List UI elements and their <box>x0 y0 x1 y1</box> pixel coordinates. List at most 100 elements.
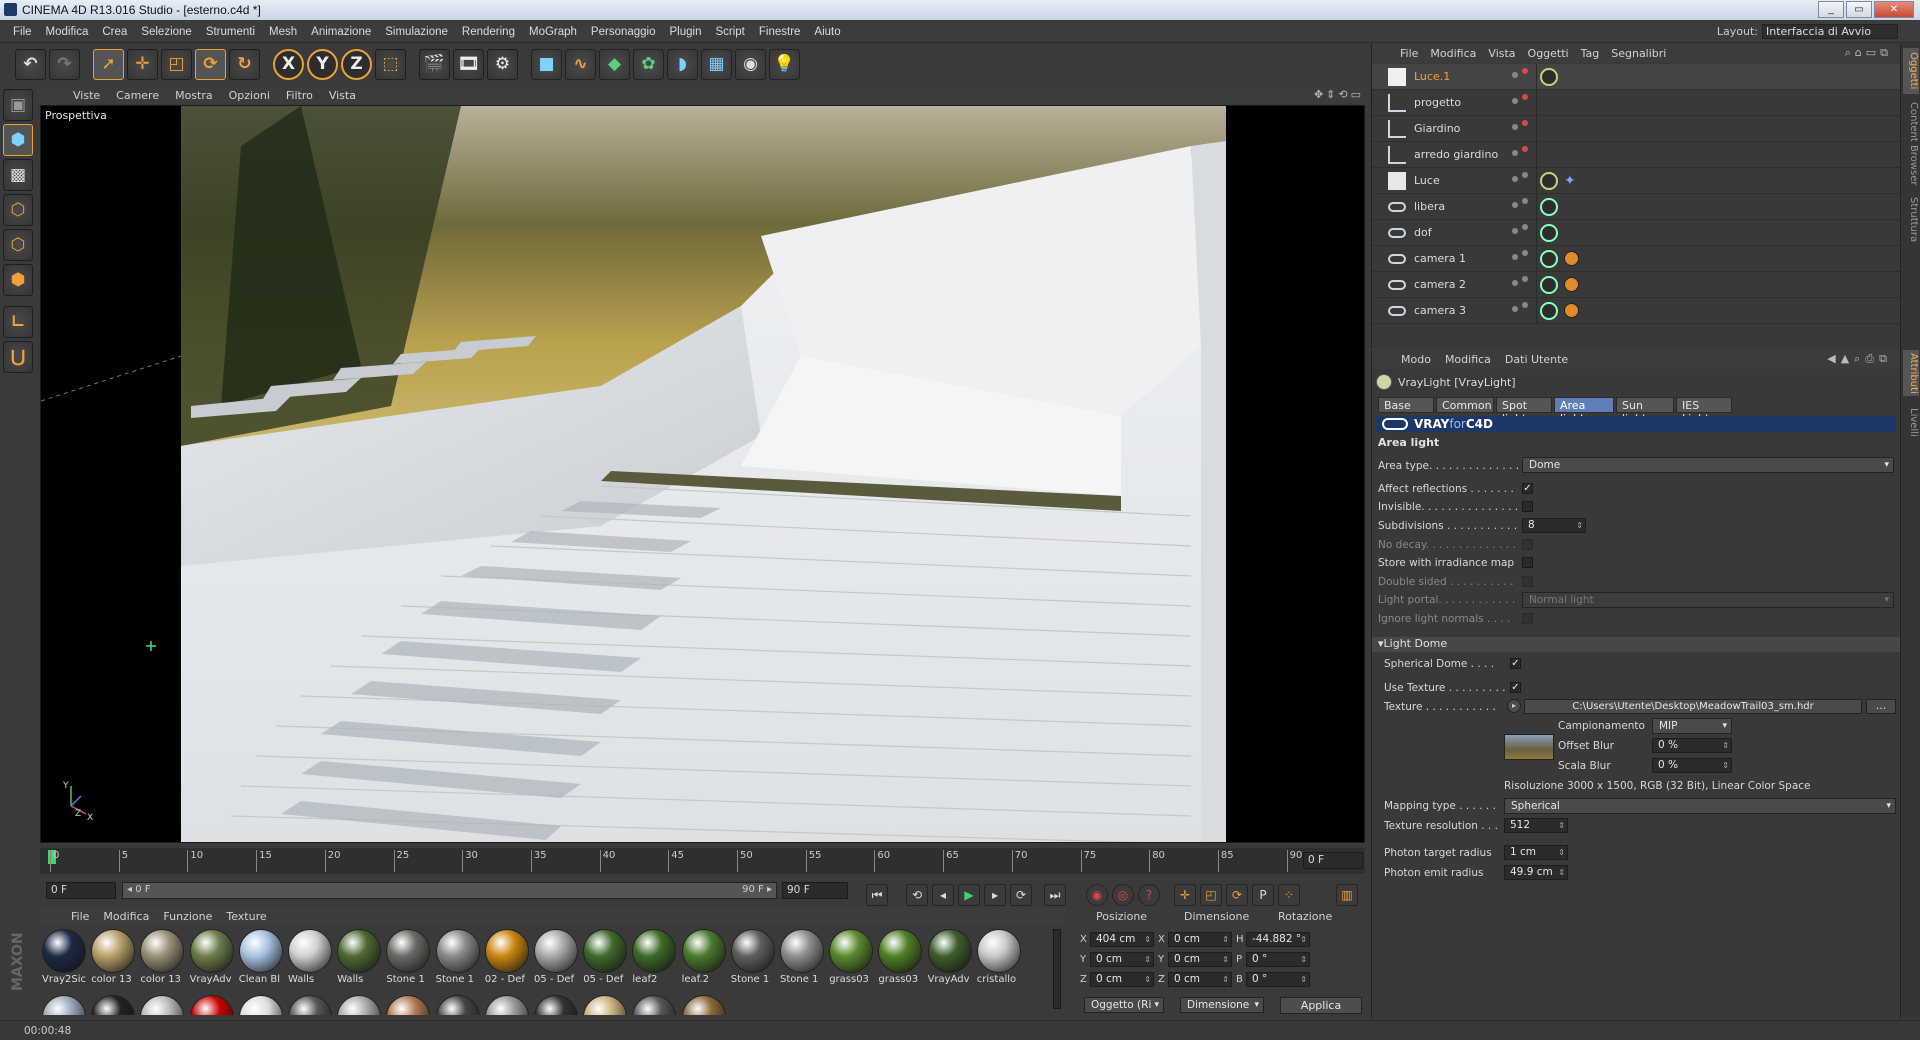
object-menu-modifica[interactable]: Modifica <box>1424 47 1482 60</box>
snap-icon[interactable]: ⋃ <box>3 341 33 373</box>
campionamento-dropdown[interactable]: MIP <box>1652 718 1732 734</box>
store-irradiance-checkbox[interactable] <box>1522 557 1533 568</box>
keyframe-selection-icon[interactable]: ? <box>1138 884 1160 906</box>
material-swatch[interactable]: Stone 1 <box>386 929 431 985</box>
tab-livelli[interactable]: Livelli <box>1903 402 1919 442</box>
material-swatch[interactable] <box>583 995 628 1015</box>
object-row[interactable]: camera 1 <box>1372 246 1900 272</box>
render-visibility-dot[interactable] <box>1522 146 1528 152</box>
close-button[interactable]: ✕ <box>1874 1 1914 18</box>
editor-visibility-dot[interactable] <box>1512 306 1518 312</box>
material-swatch[interactable] <box>386 995 431 1015</box>
viewport-menu-camere[interactable]: Camere <box>108 89 167 102</box>
current-frame-field[interactable]: 0 F <box>1303 852 1363 869</box>
undo-icon[interactable]: ↶ <box>15 48 46 80</box>
coord-rot-field[interactable]: -44.882 ° <box>1246 932 1310 947</box>
menu-rendering[interactable]: Rendering <box>455 26 522 38</box>
render-visibility-dot[interactable] <box>1522 224 1528 230</box>
material-swatch[interactable] <box>91 995 136 1015</box>
next-frame-icon[interactable]: ▸ <box>984 884 1006 906</box>
tab-base[interactable]: Base <box>1378 397 1434 413</box>
material-swatch[interactable] <box>42 995 86 1015</box>
material-swatch[interactable]: Stone 1 <box>435 929 480 985</box>
model-mode-icon[interactable]: ⬢ <box>3 124 33 156</box>
go-to-end-icon[interactable]: ⏭ <box>1044 884 1066 906</box>
material-swatch[interactable]: 05 - Def <box>534 929 578 985</box>
range-slider[interactable]: ◂ 0 F 90 F ▸ <box>122 882 777 899</box>
camera-tag-icon[interactable] <box>1540 198 1558 216</box>
object-menu-segnalibri[interactable]: Segnalibri <box>1605 47 1672 60</box>
double-sided-checkbox[interactable] <box>1522 576 1533 587</box>
array-icon[interactable]: ✿ <box>633 48 664 80</box>
material-swatch[interactable]: leaf2 <box>632 929 677 985</box>
record-keys-icon[interactable]: ◉ <box>1086 884 1108 906</box>
coord-pos-field[interactable]: 0 cm <box>1090 972 1154 987</box>
protection-tag-icon[interactable] <box>1564 277 1579 292</box>
menu-plugin[interactable]: Plugin <box>663 26 709 38</box>
object-name[interactable]: progetto <box>1414 96 1461 109</box>
menu-personaggio[interactable]: Personaggio <box>584 26 663 38</box>
photon-emit-field[interactable]: 49.9 cm <box>1504 865 1568 880</box>
editor-visibility-dot[interactable] <box>1512 202 1518 208</box>
light-dome-section[interactable]: ▾Light Dome <box>1372 637 1900 652</box>
render-visibility-dot[interactable] <box>1522 198 1528 204</box>
menu-finestre[interactable]: Finestre <box>752 26 808 38</box>
material-swatch[interactable] <box>238 995 283 1015</box>
material-swatch[interactable]: 05 - Def <box>583 929 628 985</box>
menu-mesh[interactable]: Mesh <box>262 26 304 38</box>
object-row[interactable]: camera 2 <box>1372 272 1900 298</box>
material-swatch[interactable]: Clean Bl <box>238 929 283 985</box>
x-axis-lock-icon[interactable]: X <box>273 48 304 80</box>
prev-key-icon[interactable]: ⟲ <box>906 884 928 906</box>
coord-pos-field[interactable]: 0 cm <box>1090 952 1154 967</box>
object-row[interactable]: Luce ✦ <box>1372 168 1900 194</box>
offset-blur-field[interactable]: 0 % <box>1652 738 1732 753</box>
coordinate-system-icon[interactable]: ⬚ <box>375 48 406 80</box>
cube-primitive-icon[interactable]: ■ <box>531 48 562 80</box>
layout-dropdown[interactable]: Interfaccia di Avvio <box>1762 24 1898 39</box>
light-portal-dropdown[interactable]: Normal light <box>1522 592 1894 608</box>
object-menu-vista[interactable]: Vista <box>1482 47 1521 60</box>
menu-mograph[interactable]: MoGraph <box>522 26 584 38</box>
select-tool-icon[interactable]: ➚ <box>93 48 124 80</box>
editor-visibility-dot[interactable] <box>1512 280 1518 286</box>
material-menu-funzione[interactable]: Funzione <box>156 910 219 923</box>
material-menu-modifica[interactable]: Modifica <box>96 910 156 923</box>
render-view-icon[interactable]: 🎬 <box>419 48 450 80</box>
viewport-menu-opzioni[interactable]: Opzioni <box>221 89 278 102</box>
render-visibility-dot[interactable] <box>1522 68 1528 74</box>
material-swatch[interactable]: grass03 <box>878 929 923 985</box>
material-swatch[interactable] <box>189 995 234 1015</box>
render-visibility-dot[interactable] <box>1522 302 1528 308</box>
menu-aiuto[interactable]: Aiuto <box>807 26 847 38</box>
prev-frame-icon[interactable]: ◂ <box>932 884 954 906</box>
render-visibility-dot[interactable] <box>1522 172 1528 178</box>
coord-dim-field[interactable]: 0 cm <box>1168 952 1232 967</box>
polygons-mode-icon[interactable]: ⬢ <box>3 264 33 296</box>
attribute-menu-modo[interactable]: Modo <box>1394 353 1438 366</box>
object-name[interactable]: Giardino <box>1414 122 1460 135</box>
go-to-start-icon[interactable]: ⏮ <box>866 884 888 906</box>
viewport-nav-icons[interactable]: ✥⇕⟲▭ <box>1314 88 1364 101</box>
vray-light-tag-icon[interactable] <box>1540 172 1558 190</box>
vray-light-tag-icon[interactable] <box>1540 68 1558 86</box>
start-frame-field[interactable]: 0 F <box>46 882 116 899</box>
coord-rot-field[interactable]: 0 ° <box>1246 952 1310 967</box>
menu-selezione[interactable]: Selezione <box>134 26 199 38</box>
nurbs-icon[interactable]: ◆ <box>599 48 630 80</box>
use-texture-checkbox[interactable]: ✓ <box>1510 682 1521 693</box>
camera-tag-icon[interactable] <box>1540 224 1558 242</box>
object-name[interactable]: arredo giardino <box>1414 148 1498 161</box>
object-name[interactable]: Luce <box>1414 174 1440 187</box>
invisible-checkbox[interactable] <box>1522 501 1533 512</box>
floor-icon[interactable]: ▦ <box>701 48 732 80</box>
z-axis-lock-icon[interactable]: Z <box>341 48 372 80</box>
tab-spot-light[interactable]: Spot light <box>1496 397 1552 425</box>
texture-menu-icon[interactable]: ▸ <box>1507 699 1521 713</box>
render-picture-viewer-icon[interactable]: 🎞 <box>453 48 484 80</box>
edges-mode-icon[interactable]: ⬡ <box>3 229 33 261</box>
recent-tool-icon[interactable]: ↻ <box>229 48 260 80</box>
tab-ies-light[interactable]: IES Light <box>1676 397 1732 425</box>
material-swatch[interactable] <box>288 995 332 1015</box>
menu-strumenti[interactable]: Strumenti <box>199 26 262 38</box>
